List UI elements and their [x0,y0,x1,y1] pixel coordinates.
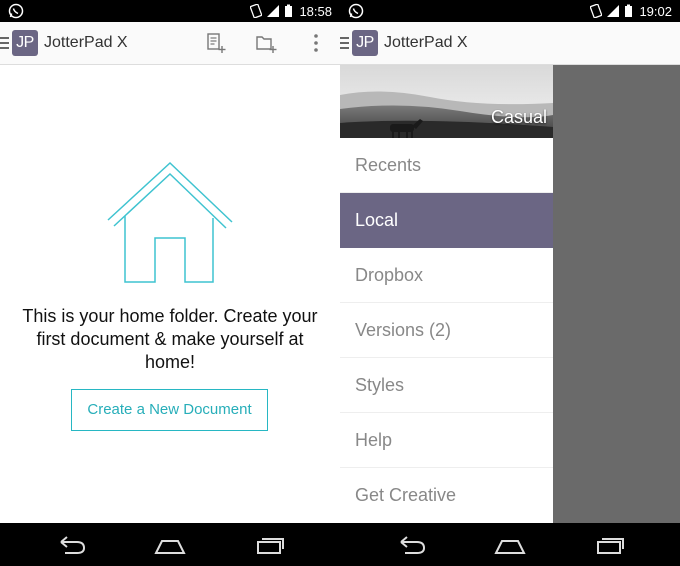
whatsapp-icon [8,3,24,19]
status-bar: 19:02 [340,0,680,22]
app-logo[interactable]: JP [352,30,378,56]
back-icon[interactable] [55,533,87,557]
drawer-theme-name: Casual [490,107,547,127]
back-icon[interactable] [395,533,427,557]
rotate-icon [250,4,263,18]
drawer-theme-header: Casual [340,65,553,138]
drawer-scrim[interactable] [553,65,680,523]
battery-icon [285,4,293,17]
navigation-drawer: Casual Recents Local Dropbox Versions (2… [340,65,553,523]
home-nav-icon[interactable] [154,533,186,557]
app-bar: JP JotterPad X [0,22,340,65]
drawer-item-recents[interactable]: Recents [340,138,553,193]
right-phone-screen: 19:02 JP JotterPad X Casual Recents Loca… [340,0,680,566]
system-nav-bar [340,523,680,566]
drawer-item-styles[interactable]: Styles [340,358,553,413]
signal-icon [267,5,280,17]
create-new-document-button[interactable]: Create a New Document [71,389,268,431]
hamburger-icon[interactable] [340,36,349,50]
recents-nav-icon[interactable] [254,533,286,557]
rotate-icon [590,4,603,18]
home-folder-area: This is your home folder. Create your fi… [0,65,340,523]
new-folder-icon[interactable] [255,32,277,54]
recents-nav-icon[interactable] [594,533,626,557]
status-time: 18:58 [299,3,332,19]
drawer-item-get-creative[interactable]: Get Creative [340,468,553,523]
signal-icon [607,5,620,17]
app-logo[interactable]: JP [12,30,38,56]
status-bar: 18:58 [0,0,340,22]
left-phone-screen: 18:58 JP JotterPad X This is your home f… [0,0,340,566]
hamburger-icon[interactable] [0,36,9,50]
app-title: JotterPad X [44,34,128,51]
home-message: This is your home folder. Create your fi… [22,306,318,372]
home-nav-icon[interactable] [494,533,526,557]
drawer-item-dropbox[interactable]: Dropbox [340,248,553,303]
system-icons: 19:02 [590,3,672,19]
app-bar: JP JotterPad X [340,22,680,65]
drawer-item-local[interactable]: Local [340,193,553,248]
overflow-menu-icon[interactable] [305,32,327,54]
drawer-item-help[interactable]: Help [340,413,553,468]
app-title: JotterPad X [384,34,468,51]
whatsapp-icon [348,3,364,19]
home-house-icon [107,161,233,283]
battery-icon [625,4,633,17]
new-document-icon[interactable] [205,32,227,54]
status-time: 19:02 [639,3,672,19]
drawer-item-versions[interactable]: Versions (2) [340,303,553,358]
system-nav-bar [0,523,340,566]
system-icons: 18:58 [250,3,332,19]
